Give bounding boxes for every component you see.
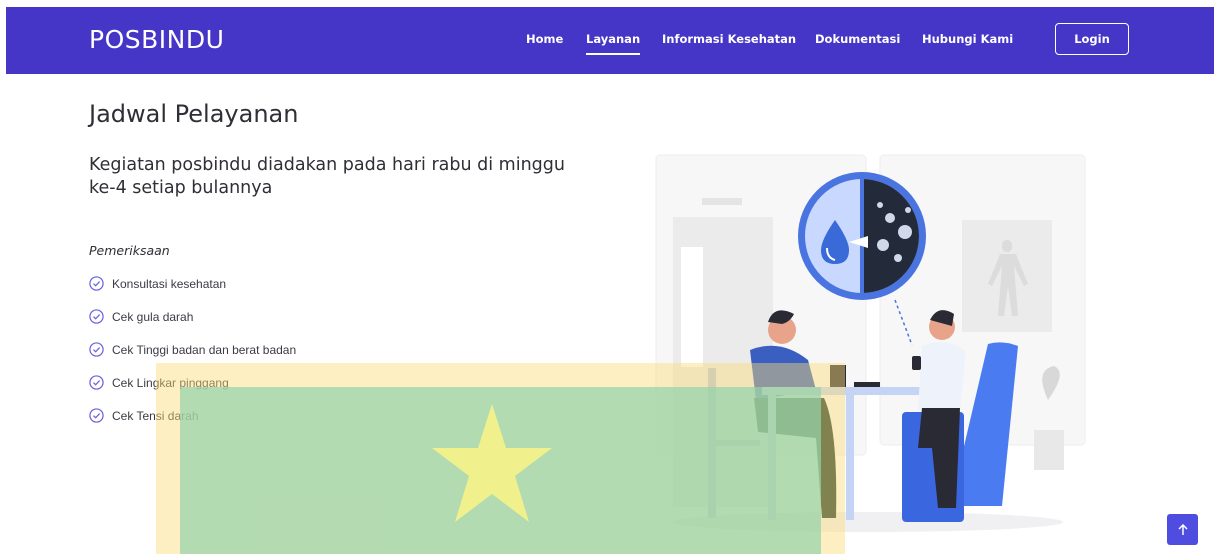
exam-label: Pemeriksaan [89,243,170,258]
schedule-description: Kegiatan posbindu diadakan pada hari rab… [89,155,565,198]
list-item: Konsultasi kesehatan [89,267,296,300]
exam-item-label: Cek Tinggi badan dan berat badan [112,342,297,357]
arrow-up-icon [1177,523,1188,535]
check-circle-icon [89,342,104,357]
exam-item-label: Cek gula darah [112,309,194,324]
list-item: Cek Tinggi badan dan berat badan [89,333,296,366]
exam-item-label: Konsultasi kesehatan [112,276,227,291]
nav-link-home[interactable]: Home [526,32,563,46]
nav-link-layanan[interactable]: Layanan [586,32,641,55]
login-button[interactable]: Login [1055,23,1129,55]
nav-link-dokumentasi[interactable]: Dokumentasi [815,32,900,46]
check-circle-icon [89,408,104,423]
navbar: POSBINDU Home Layanan Informasi Kesehata… [6,7,1214,74]
page-title: Jadwal Pelayanan [89,100,299,128]
check-circle-icon [89,276,104,291]
check-circle-icon [89,375,104,390]
check-circle-icon [89,309,104,324]
list-item: Cek gula darah [89,300,296,333]
brand-logo[interactable]: POSBINDU [89,25,224,54]
nav-link-hubungi-kami[interactable]: Hubungi Kami [922,32,1013,46]
nav-link-informasi-kesehatan[interactable]: Informasi Kesehatan [662,32,796,46]
star-flag-icon [432,404,552,522]
back-to-top-button[interactable] [1167,514,1198,545]
